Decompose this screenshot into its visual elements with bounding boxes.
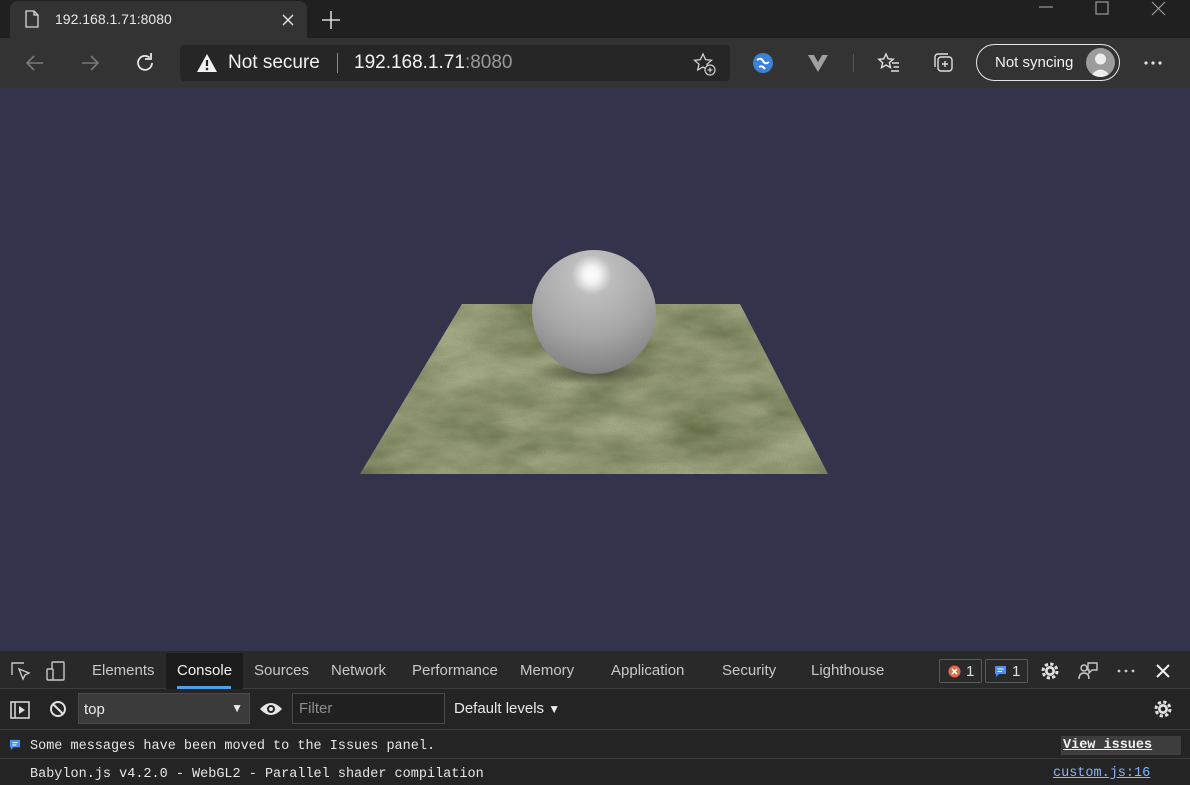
- tab-performance[interactable]: Performance: [412, 662, 498, 679]
- live-expression-eye-icon[interactable]: [259, 700, 283, 718]
- devtools-tab-bar: Elements Console Sources Network Perform…: [0, 651, 1190, 689]
- refresh-icon[interactable]: [133, 51, 157, 75]
- url-port: :8080: [464, 52, 513, 73]
- devtools-panel: Elements Console Sources Network Perform…: [0, 651, 1190, 785]
- console-toolbar: top ▼ Default levels ▼: [0, 690, 1190, 730]
- toolbar-divider: [853, 54, 854, 72]
- issue-count-badge[interactable]: 1: [985, 659, 1028, 683]
- browser-tab[interactable]: 192.168.1.71:8080: [10, 1, 307, 38]
- collections-icon[interactable]: [932, 51, 956, 75]
- close-tab-icon[interactable]: [279, 11, 297, 29]
- more-tools-icon[interactable]: [1115, 660, 1137, 682]
- new-tab-icon[interactable]: [320, 9, 342, 31]
- context-select[interactable]: top ▼: [78, 693, 250, 724]
- tab-lighthouse[interactable]: Lighthouse: [811, 662, 884, 679]
- inspect-element-icon[interactable]: [9, 660, 31, 682]
- message-text: Babylon.js v4.2.0 - WebGL2 - Parallel sh…: [30, 767, 484, 782]
- page-viewport: [0, 88, 1190, 651]
- extension-globe-icon[interactable]: [751, 51, 775, 75]
- close-devtools-icon[interactable]: [1152, 660, 1174, 682]
- avatar: [1086, 48, 1115, 77]
- active-tab-indicator: [177, 686, 231, 689]
- babylon-canvas[interactable]: [0, 88, 1190, 651]
- url-host: 192.168.1.71: [354, 52, 465, 73]
- tab-elements[interactable]: Elements: [92, 662, 155, 679]
- address-bar[interactable]: Not secure 192.168.1.71:8080: [180, 45, 730, 81]
- vue-devtools-icon[interactable]: [806, 51, 830, 75]
- browser-toolbar: Not secure 192.168.1.71:8080 Not syncing: [0, 38, 1190, 88]
- minimize-icon[interactable]: [1022, 0, 1070, 20]
- divider: [337, 53, 338, 73]
- issue-count: 1: [1012, 663, 1021, 680]
- more-options-icon[interactable]: [1141, 51, 1165, 75]
- forward-icon[interactable]: [78, 51, 102, 75]
- dropdown-arrow-icon: ▼: [548, 702, 561, 716]
- message-text: Some messages have been moved to the Iss…: [30, 739, 436, 754]
- log-levels-dropdown[interactable]: Default levels ▼: [454, 700, 560, 717]
- message-icon: [995, 666, 1006, 677]
- tab-sources[interactable]: Sources: [254, 662, 309, 679]
- add-favorite-icon[interactable]: [692, 52, 716, 76]
- clear-console-icon[interactable]: [48, 699, 68, 719]
- console-message: Babylon.js v4.2.0 - WebGL2 - Parallel sh…: [0, 760, 1190, 785]
- log-levels-label: Default levels: [454, 700, 545, 717]
- filter-input[interactable]: [292, 693, 445, 724]
- back-icon[interactable]: [23, 51, 47, 75]
- error-icon: [948, 665, 961, 678]
- error-count-badge[interactable]: 1: [939, 659, 982, 683]
- person-icon: [1090, 53, 1111, 77]
- source-link[interactable]: custom.js:16: [1053, 766, 1150, 781]
- close-icon[interactable]: [1135, 0, 1183, 20]
- device-toolbar-icon[interactable]: [45, 660, 67, 682]
- security-label[interactable]: Not secure: [228, 52, 320, 74]
- maximize-icon[interactable]: [1078, 0, 1126, 20]
- show-sidebar-icon[interactable]: [9, 699, 31, 721]
- context-value: top: [84, 701, 105, 718]
- sync-status: Not syncing: [995, 54, 1074, 71]
- tab-network[interactable]: Network: [331, 662, 386, 679]
- feedback-icon[interactable]: [1077, 660, 1099, 682]
- console-message: Some messages have been moved to the Iss…: [0, 732, 1190, 759]
- profile-button[interactable]: Not syncing: [976, 44, 1120, 81]
- warning-icon[interactable]: [196, 53, 218, 73]
- console-settings-icon[interactable]: [1152, 698, 1174, 720]
- settings-icon[interactable]: [1039, 660, 1061, 682]
- tab-title: 192.168.1.71:8080: [55, 11, 172, 27]
- view-issues-button[interactable]: View issues: [1061, 736, 1181, 755]
- tab-application[interactable]: Application: [611, 662, 684, 679]
- tab-memory[interactable]: Memory: [520, 662, 574, 679]
- tab-console[interactable]: Console: [177, 662, 232, 679]
- tab-strip: 192.168.1.71:8080: [0, 0, 1190, 38]
- dropdown-arrow-icon: ▼: [231, 701, 243, 715]
- sphere: [532, 250, 656, 374]
- error-count: 1: [966, 663, 975, 680]
- favorites-icon[interactable]: [877, 51, 901, 75]
- info-message-icon: [9, 739, 21, 751]
- tab-security[interactable]: Security: [722, 662, 776, 679]
- page-icon: [25, 10, 39, 28]
- url-text[interactable]: 192.168.1.71:8080: [354, 52, 513, 74]
